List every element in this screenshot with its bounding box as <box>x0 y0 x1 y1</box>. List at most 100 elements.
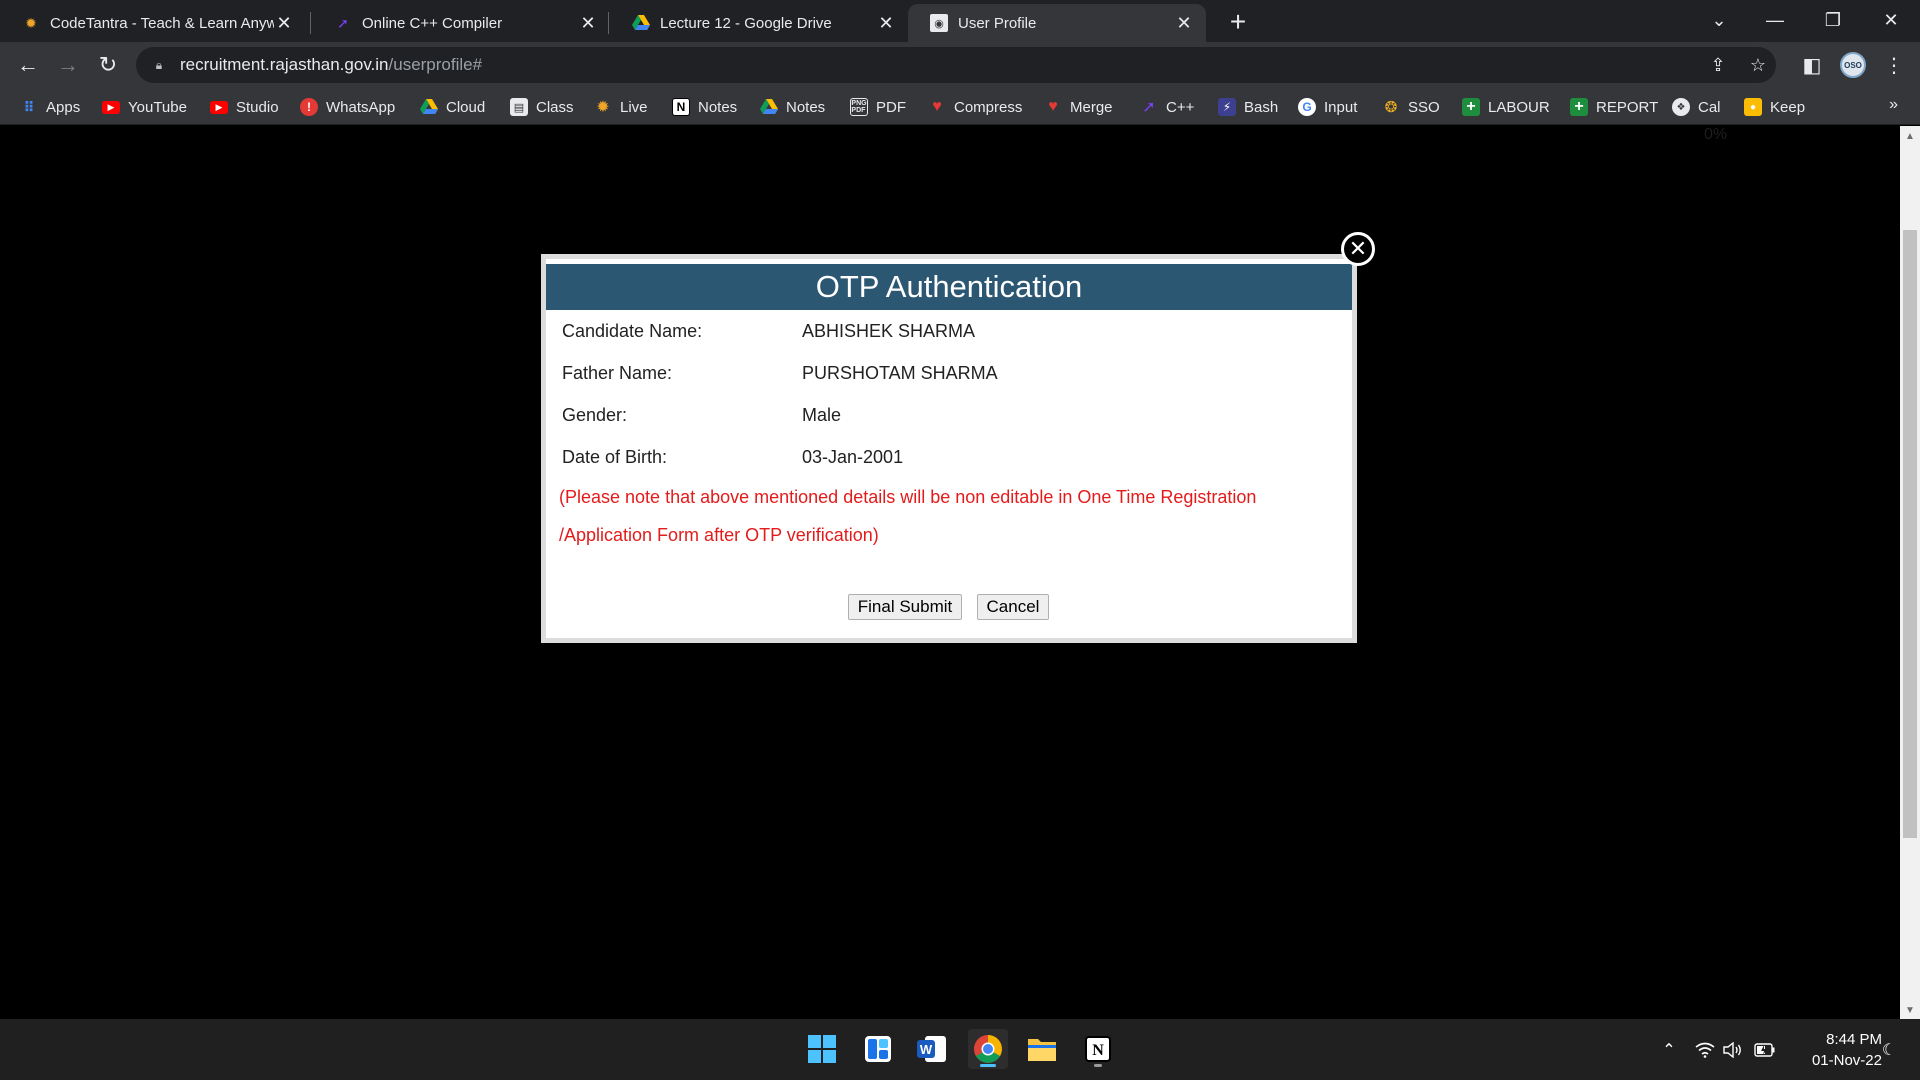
bookmark-label: PDF <box>876 98 906 116</box>
page-scrollbar[interactable]: ▲ ▼ <box>1900 126 1920 1019</box>
tab-cpp-compiler[interactable]: ➚ Online C++ Compiler ✕ <box>312 4 610 42</box>
gender-row: Gender: Male <box>562 400 841 430</box>
url-host: recruitment.rajasthan.gov.in <box>180 55 389 74</box>
wifi-icon[interactable] <box>1694 1039 1716 1061</box>
bookmarks-overflow-button[interactable]: » <box>1889 96 1898 114</box>
bookmark-merge[interactable]: ♥ Merge <box>1044 96 1112 118</box>
bookmark-live[interactable]: ✹ Live <box>594 96 647 118</box>
bookmark-label: Class <box>536 98 574 116</box>
forward-button[interactable]: → <box>52 49 84 81</box>
note-line: /Application Form after OTP verification… <box>559 525 879 545</box>
side-panel-icon[interactable]: ◧ <box>1796 49 1828 81</box>
bookmark-studio[interactable]: ▶ Studio <box>210 96 279 118</box>
file-explorer-icon[interactable] <box>1022 1029 1062 1069</box>
google-drive-icon <box>760 98 778 116</box>
google-icon: G <box>1298 98 1316 116</box>
volume-icon[interactable] <box>1722 1039 1744 1061</box>
calendar-icon: ❖ <box>1672 98 1690 116</box>
field-value: Male <box>802 404 842 425</box>
new-tab-button[interactable]: + <box>1222 6 1254 38</box>
close-icon[interactable]: ✕ <box>274 13 294 33</box>
close-window-icon[interactable]: ✕ <box>1868 2 1914 38</box>
menu-kebab-icon[interactable]: ⋮ <box>1878 49 1910 81</box>
father-name-row: Father Name: PURSHOTAM SHARMA <box>562 358 998 388</box>
close-icon[interactable]: ✕ <box>1174 13 1194 33</box>
programiz-icon: ➚ <box>337 14 349 31</box>
minimize-icon[interactable]: — <box>1752 2 1798 38</box>
bookmark-youtube[interactable]: ▶ YouTube <box>102 96 187 118</box>
close-icon[interactable]: ✕ <box>578 13 598 33</box>
back-button[interactable]: ← <box>12 49 44 81</box>
final-submit-button[interactable]: Final Submit <box>848 594 962 620</box>
bookmark-pdf[interactable]: PNG PDF PDF <box>850 96 906 118</box>
bookmark-notes-drive[interactable]: Notes <box>760 96 825 118</box>
tab-codetantra[interactable]: ✹ CodeTantra - Teach & Learn Anyw ✕ <box>0 4 306 42</box>
tab-title: Lecture 12 - Google Drive <box>660 14 832 32</box>
bookmark-compress[interactable]: ♥ Compress <box>928 96 1022 118</box>
programiz-icon: ➚ <box>1142 99 1156 116</box>
bookmark-report[interactable]: + REPORT <box>1570 96 1658 118</box>
heart-icon: ♥ <box>932 98 942 115</box>
tab-title: User Profile <box>958 14 1037 32</box>
bookmark-sso[interactable]: ❂ SSO <box>1382 96 1440 118</box>
bookmark-apps[interactable]: ⠿ Apps <box>20 96 81 118</box>
notion-icon[interactable]: N <box>1078 1029 1118 1069</box>
tab-google-drive[interactable]: Lecture 12 - Google Drive ✕ <box>610 4 908 42</box>
scroll-thumb[interactable] <box>1903 230 1917 838</box>
youtube-icon: ▶ <box>102 100 120 114</box>
close-icon[interactable]: ✕ <box>876 13 896 33</box>
tab-search-icon[interactable]: ⌄ <box>1696 2 1742 38</box>
chrome-icon[interactable] <box>968 1029 1008 1069</box>
bookmark-notes-notion[interactable]: N Notes <box>672 96 737 118</box>
avatar[interactable]: OSO <box>1840 52 1866 78</box>
word-icon[interactable]: W <box>912 1029 952 1069</box>
bookmark-label: WhatsApp <box>326 98 396 116</box>
bookmark-bash[interactable]: ⚡︎ Bash <box>1218 96 1278 118</box>
bookmark-label: Studio <box>236 98 279 116</box>
share-icon[interactable]: ⇪ <box>1706 53 1730 77</box>
bookmark-star-icon[interactable]: ☆ <box>1746 53 1770 77</box>
scroll-down-icon[interactable]: ▼ <box>1900 1002 1920 1018</box>
reload-button[interactable]: ↻ <box>92 49 124 81</box>
bookmark-label: YouTube <box>128 98 187 116</box>
tab-user-profile[interactable]: ◉ User Profile ✕ <box>908 4 1206 42</box>
field-value: 03-Jan-2001 <box>802 446 904 467</box>
bookmark-cal[interactable]: ❖ Cal <box>1672 96 1721 118</box>
bookmark-keep[interactable]: ● Keep <box>1744 96 1805 118</box>
bookmark-label: SSO <box>1408 98 1440 116</box>
non-editable-note: (Please note that above mentioned detail… <box>559 478 1339 554</box>
progress-text: 0% <box>1704 126 1728 143</box>
field-value: PURSHOTAM SHARMA <box>802 362 998 383</box>
restore-icon[interactable]: ❐ <box>1810 2 1856 38</box>
bookmark-whatsapp[interactable]: ! WhatsApp <box>300 96 395 118</box>
bookmark-input[interactable]: G Input <box>1298 96 1357 118</box>
clock-date: 01-Nov-22 <box>1811 1052 1882 1069</box>
system-clock[interactable]: 8:44 PM 01-Nov-22 <box>1782 1029 1882 1071</box>
bookmark-label: Cal <box>1698 98 1721 116</box>
scroll-up-icon[interactable]: ▲ <box>1900 128 1920 144</box>
bookmark-label: REPORT <box>1596 98 1659 116</box>
address-bar[interactable]: 🔒︎ recruitment.rajasthan.gov.in /userpro… <box>136 47 1776 83</box>
tab-title: Online C++ Compiler <box>362 14 503 32</box>
bookmark-label: Bash <box>1244 98 1279 116</box>
do-not-disturb-icon[interactable]: ☾ <box>1878 1039 1900 1061</box>
bookmark-label: Cloud <box>446 98 486 116</box>
svg-text:W: W <box>920 1042 933 1057</box>
widgets-icon[interactable] <box>858 1029 898 1069</box>
bookmark-cpp[interactable]: ➚ C++ <box>1140 96 1194 118</box>
chevron-up-icon[interactable]: ⌃ <box>1658 1039 1680 1061</box>
cancel-button[interactable]: Cancel <box>977 594 1049 620</box>
close-icon[interactable]: ✕ <box>1341 232 1375 266</box>
bookmark-cloud[interactable]: Cloud <box>420 96 485 118</box>
browser-toolbar: ← → ↻ 🔒︎ recruitment.rajasthan.gov.in /u… <box>0 42 1920 88</box>
bookmark-class[interactable]: ▤ Class <box>510 96 574 118</box>
windows-start-icon[interactable] <box>802 1029 842 1069</box>
url-path: /userprofile# <box>388 55 483 74</box>
battery-icon[interactable] <box>1754 1039 1776 1061</box>
active-app-indicator <box>980 1064 996 1067</box>
svg-text:N: N <box>1092 1042 1104 1059</box>
bookmark-labour[interactable]: + LABOUR <box>1462 96 1550 118</box>
youtube-studio-icon: ▶ <box>210 100 228 114</box>
notion-icon: N <box>672 98 690 116</box>
clock-time: 8:44 PM <box>1826 1031 1882 1048</box>
